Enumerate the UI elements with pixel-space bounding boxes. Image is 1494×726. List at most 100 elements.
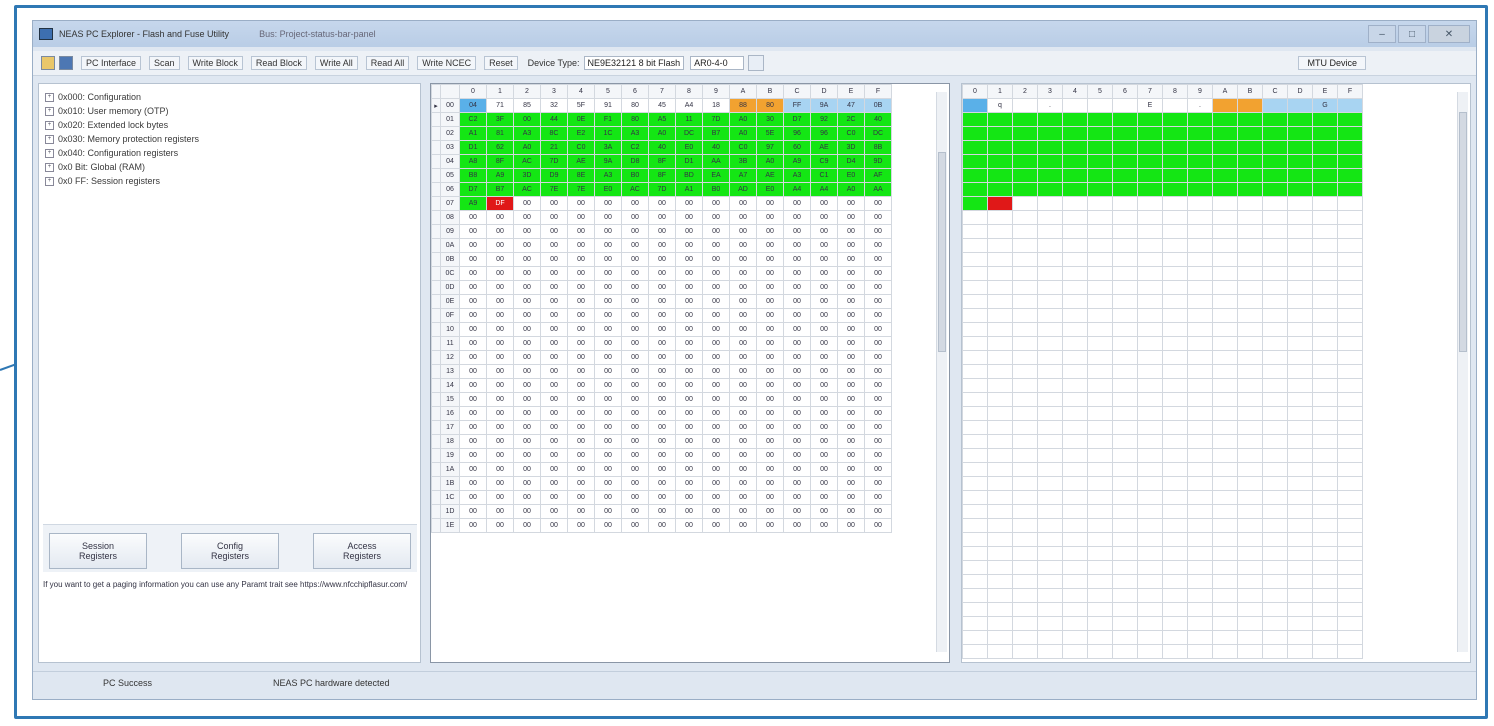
hex-cell[interactable]: 00 (459, 322, 487, 337)
hex-cell[interactable]: 00 (486, 280, 514, 295)
ascii-cell[interactable] (1112, 322, 1138, 337)
ascii-cell[interactable] (1262, 630, 1288, 645)
hex-cell[interactable]: 00 (621, 294, 649, 309)
ascii-cell[interactable] (1312, 266, 1338, 281)
ascii-cell[interactable] (1262, 126, 1288, 141)
hex-cell[interactable]: 00 (513, 112, 541, 127)
ascii-cell[interactable] (1337, 322, 1363, 337)
hex-cell[interactable]: 00 (675, 378, 703, 393)
hex-cell[interactable]: 00 (864, 196, 892, 211)
ascii-cell[interactable] (1212, 644, 1238, 659)
ascii-cell[interactable] (1262, 224, 1288, 239)
ascii-cell[interactable] (1187, 126, 1213, 141)
hex-cell[interactable]: AF (864, 168, 892, 183)
ascii-cell[interactable] (1262, 476, 1288, 491)
hex-cell[interactable]: 00 (567, 252, 595, 267)
ascii-cell[interactable] (1162, 154, 1188, 169)
hex-cell[interactable]: 8F (648, 154, 676, 169)
hex-cell[interactable]: 00 (702, 406, 730, 421)
hex-cell[interactable]: 00 (567, 504, 595, 519)
hex-cell[interactable]: 00 (756, 294, 784, 309)
hex-cell[interactable]: 00 (540, 308, 568, 323)
ascii-cell[interactable] (1087, 406, 1113, 421)
hex-cell[interactable]: 00 (810, 420, 838, 435)
ascii-cell[interactable] (987, 140, 1013, 155)
hex-cell[interactable]: 00 (567, 420, 595, 435)
hex-cell[interactable]: 8F (486, 154, 514, 169)
ascii-cell[interactable] (1037, 588, 1063, 603)
hex-cell[interactable]: 00 (783, 364, 811, 379)
ascii-cell[interactable] (1162, 616, 1188, 631)
ascii-cell[interactable] (1012, 308, 1038, 323)
hex-cell[interactable]: 00 (594, 462, 622, 477)
ascii-cell[interactable] (1312, 546, 1338, 561)
hex-cell[interactable]: 00 (783, 406, 811, 421)
hex-cell[interactable]: 00 (540, 364, 568, 379)
hex-cell[interactable]: 00 (567, 350, 595, 365)
hex-cell[interactable]: 00 (567, 266, 595, 281)
ascii-cell[interactable] (1087, 574, 1113, 589)
hex-cell[interactable]: C2 (459, 112, 487, 127)
hex-cell[interactable]: 00 (486, 518, 514, 533)
hex-cell[interactable]: 00 (459, 490, 487, 505)
hex-cell[interactable]: 00 (729, 448, 757, 463)
hex-cell[interactable]: 00 (729, 476, 757, 491)
hex-cell[interactable]: 00 (864, 378, 892, 393)
ascii-cell[interactable] (1287, 238, 1313, 253)
hex-cell[interactable]: 00 (729, 252, 757, 267)
ascii-cell[interactable] (1087, 168, 1113, 183)
ascii-cell[interactable] (962, 308, 988, 323)
hex-cell[interactable]: 00 (702, 462, 730, 477)
hex-cell[interactable]: 00 (702, 392, 730, 407)
ascii-cell[interactable] (962, 420, 988, 435)
ascii-cell[interactable] (1212, 266, 1238, 281)
hex-cell[interactable]: AC (513, 182, 541, 197)
ascii-cell[interactable] (1337, 252, 1363, 267)
hex-cell[interactable]: 00 (513, 378, 541, 393)
ascii-cell[interactable] (1337, 448, 1363, 463)
ascii-cell[interactable] (1087, 532, 1113, 547)
ascii-cell[interactable] (1087, 504, 1113, 519)
ascii-cell[interactable] (1312, 224, 1338, 239)
ascii-cell[interactable] (1212, 490, 1238, 505)
ascii-cell[interactable] (1012, 602, 1038, 617)
hex-cell[interactable]: 00 (810, 490, 838, 505)
ascii-cell[interactable] (1262, 420, 1288, 435)
ascii-cell[interactable] (1187, 140, 1213, 155)
ascii-cell[interactable] (1237, 322, 1263, 337)
ascii-cell[interactable] (1212, 98, 1238, 113)
hex-cell[interactable]: 00 (810, 210, 838, 225)
hex-cell[interactable]: 00 (729, 350, 757, 365)
ascii-cell[interactable] (1262, 378, 1288, 393)
ascii-cell[interactable] (1187, 616, 1213, 631)
ascii-cell[interactable] (1137, 126, 1163, 141)
expand-icon[interactable]: + (45, 106, 54, 116)
hex-cell[interactable]: 00 (621, 238, 649, 253)
ascii-cell[interactable] (1112, 602, 1138, 617)
ascii-cell[interactable] (1262, 602, 1288, 617)
ascii-cell[interactable] (1037, 560, 1063, 575)
hex-cell[interactable]: 00 (810, 406, 838, 421)
hex-cell[interactable]: 00 (594, 392, 622, 407)
ascii-cell[interactable] (1287, 322, 1313, 337)
hex-cell[interactable]: 00 (486, 420, 514, 435)
hex-cell[interactable]: 00 (783, 420, 811, 435)
hex-cell[interactable]: 00 (459, 336, 487, 351)
ascii-cell[interactable] (1012, 252, 1038, 267)
hex-cell[interactable]: 00 (864, 266, 892, 281)
ascii-cell[interactable] (1112, 168, 1138, 183)
hex-cell[interactable]: 8E (567, 168, 595, 183)
reset-button[interactable]: Reset (484, 56, 518, 70)
ascii-cell[interactable] (1037, 364, 1063, 379)
address-spinner[interactable] (748, 55, 765, 71)
ascii-cell[interactable] (1037, 182, 1063, 197)
ascii-cell[interactable] (1287, 280, 1313, 295)
hex-cell[interactable]: 00 (675, 210, 703, 225)
ascii-cell[interactable] (962, 350, 988, 365)
hex-cell[interactable]: 00 (459, 224, 487, 239)
ascii-cell[interactable] (1312, 336, 1338, 351)
hex-cell[interactable]: 00 (729, 364, 757, 379)
ascii-cell[interactable] (962, 168, 988, 183)
hex-cell[interactable]: 00 (837, 336, 865, 351)
hex-cell[interactable]: 00 (648, 266, 676, 281)
